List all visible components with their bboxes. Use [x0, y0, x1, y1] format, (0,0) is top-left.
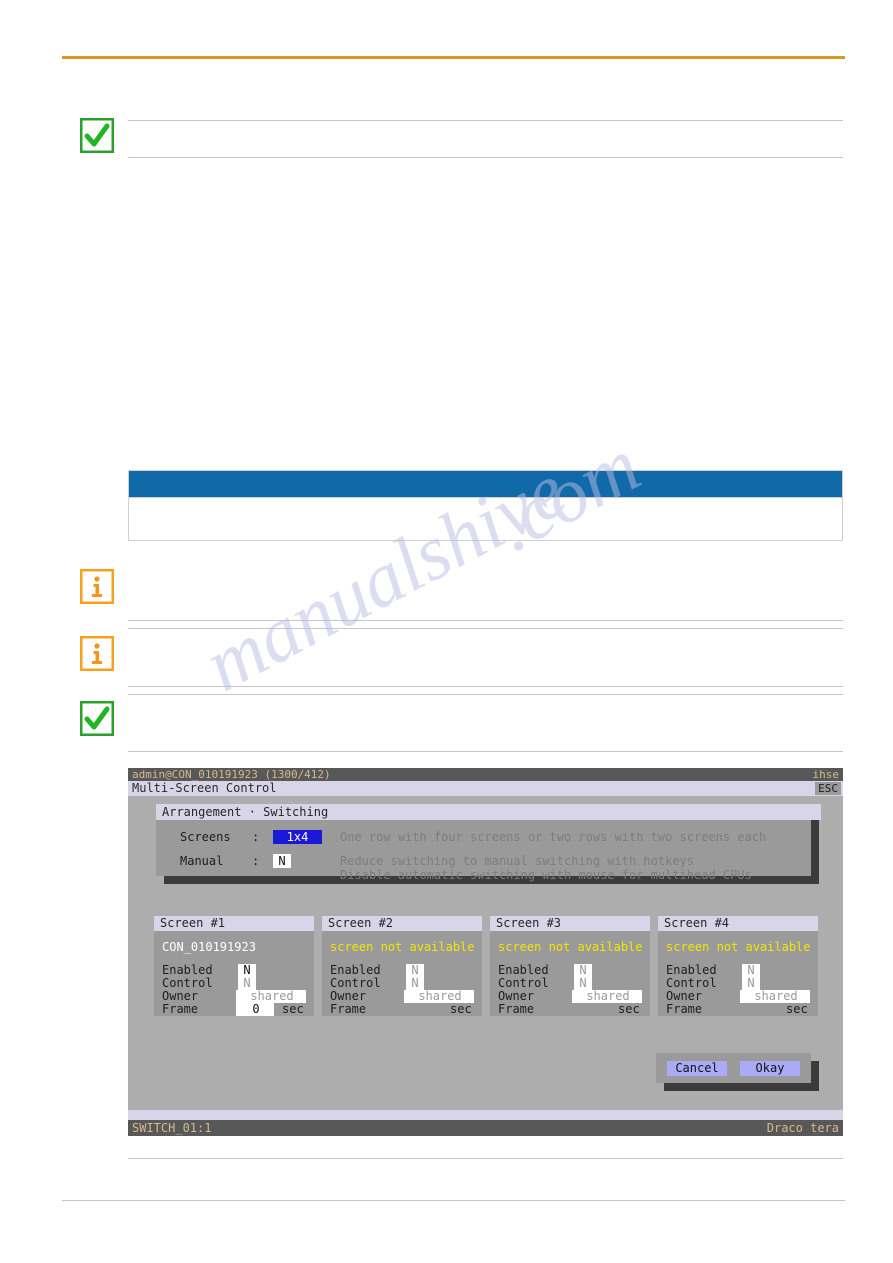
esc-button[interactable]: ESC — [815, 782, 841, 795]
orange-info-icon — [80, 569, 114, 604]
manual-field-colon: : — [252, 854, 260, 868]
osd-session-label: admin@CON_010191923 (1300/412) — [132, 768, 331, 781]
screen-card-4-title: Screen #4 — [658, 916, 818, 931]
green-check-icon — [80, 701, 114, 736]
note-rule-bottom-3 — [128, 686, 843, 687]
screen-4-frame-label: Frame — [666, 1002, 703, 1016]
osd-status-left: SWITCH_01:1 — [132, 1121, 212, 1135]
screens-field-colon: : — [252, 830, 260, 844]
osd-brand-label: ihse — [812, 768, 840, 781]
arrangement-tab-label: Arrangement · Switching — [162, 805, 329, 819]
screen-card-1-title: Screen #1 — [154, 916, 314, 931]
manual-hint-line-1: Reduce switching to manual switching wit… — [340, 854, 695, 868]
screen-2-frame-label: Frame — [330, 1002, 367, 1016]
table-body-row — [129, 497, 842, 540]
screen-card-4-name: screen not available — [666, 940, 811, 954]
osd-statusbar: SWITCH_01:1 Draco tera — [128, 1120, 843, 1136]
note-rule-top-1 — [128, 120, 843, 121]
note-rule-bottom-2 — [128, 620, 843, 621]
manual-field-row: Manual : N Reduce switching to manual sw… — [180, 854, 800, 884]
osd-titlebar: admin@CON_010191923 (1300/412) ihse — [128, 768, 843, 781]
screen-card-2-name: screen not available — [330, 940, 475, 954]
screen-3-frame-label: Frame — [498, 1002, 535, 1016]
manual-field-label: Manual — [180, 854, 224, 868]
screen-card-3[interactable]: Screen #3 screen not available Enabled N … — [490, 916, 650, 1016]
screen-card-2[interactable]: Screen #2 screen not available Enabled N … — [322, 916, 482, 1016]
osd-subbar: Multi-Screen Control ESC — [128, 781, 843, 796]
orange-info-icon — [80, 636, 114, 671]
arrangement-tab[interactable]: Arrangement · Switching — [156, 804, 821, 820]
osd-page-title: Multi-Screen Control — [132, 781, 277, 795]
page-footer-rule — [62, 1200, 845, 1201]
manual-value-field[interactable]: N — [273, 854, 291, 868]
note-rule-bottom-1 — [128, 157, 843, 158]
manual-hint-line-2: Disable automatic switching with mouse f… — [340, 868, 752, 882]
screens-field-label: Screens — [180, 830, 231, 844]
screen-card-1[interactable]: Screen #1 CON_010191923 Enabled N Control… — [154, 916, 314, 1016]
screen-1-frame-unit: sec — [282, 1002, 304, 1016]
screen-2-frame-unit: sec — [450, 1002, 472, 1016]
okay-button[interactable]: Okay — [740, 1061, 800, 1076]
note-rule-top-4 — [128, 694, 843, 695]
screen-card-4[interactable]: Screen #4 screen not available Enabled N … — [658, 916, 818, 1016]
note-rule-top-3 — [128, 628, 843, 629]
osd-window: admin@CON_010191923 (1300/412) ihse Mult… — [128, 768, 843, 1136]
screens-value-field[interactable]: 1x4 — [273, 830, 322, 844]
screen-card-2-title: Screen #2 — [322, 916, 482, 931]
screen-3-frame-unit: sec — [618, 1002, 640, 1016]
table-header-row — [129, 471, 842, 497]
note-rule-bottom-4 — [128, 751, 843, 752]
screen-1-frame-label: Frame — [162, 1002, 199, 1016]
cancel-button[interactable]: Cancel — [667, 1061, 727, 1076]
screen-4-frame-unit: sec — [786, 1002, 808, 1016]
screen-card-3-title: Screen #3 — [490, 916, 650, 931]
screen-1-frame-value[interactable]: 0 — [236, 1003, 274, 1016]
page-accent-rule — [62, 56, 845, 59]
screens-hint-line-1: One row with four screens or two rows wi… — [340, 830, 767, 844]
green-check-icon — [80, 118, 114, 153]
figure-caption-rule — [128, 1158, 843, 1159]
screen-card-1-name: CON_010191923 — [162, 940, 256, 954]
screens-field-row: Screens : 1x4 One row with four screens … — [180, 830, 800, 846]
osd-bottom-strip — [128, 1110, 843, 1120]
content-table — [128, 470, 843, 541]
osd-status-right: Draco tera — [766, 1121, 839, 1135]
screen-card-3-name: screen not available — [498, 940, 643, 954]
button-panel: Cancel Okay — [656, 1053, 811, 1083]
